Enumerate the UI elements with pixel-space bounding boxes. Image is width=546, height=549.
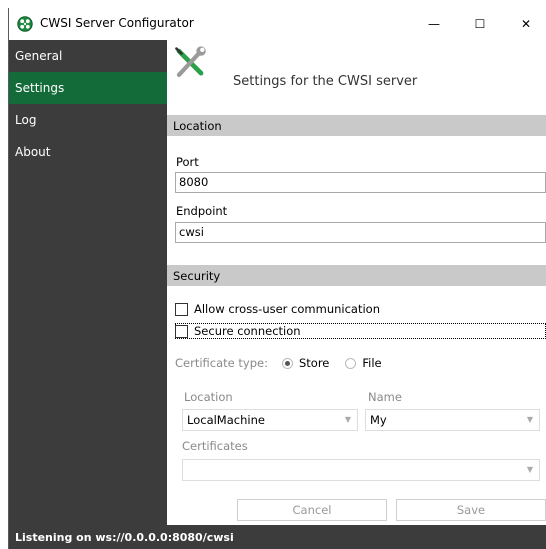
- app-window: CWSI Server Configurator — ☐ ✕ General S…: [8, 8, 546, 549]
- cross-user-label: Allow cross-user communication: [194, 302, 380, 316]
- endpoint-input[interactable]: cwsi: [175, 222, 546, 243]
- cross-user-checkbox-row[interactable]: Allow cross-user communication: [175, 302, 380, 316]
- section-title: Security: [173, 268, 221, 283]
- store-radio-label[interactable]: Store: [299, 356, 329, 370]
- sidebar-item-label: About: [15, 145, 51, 159]
- sidebar-item-label: Settings: [15, 81, 65, 95]
- cert-location-label: Location: [184, 390, 233, 404]
- sidebar-item-label: Log: [15, 113, 37, 127]
- cert-name-value: My: [370, 413, 387, 427]
- chevron-down-icon: ▼: [344, 415, 351, 424]
- cross-user-checkbox[interactable]: [175, 302, 188, 316]
- radio-selected-dot: [284, 360, 290, 366]
- cert-name-dropdown[interactable]: My ▼: [365, 409, 540, 431]
- port-input[interactable]: 8080: [175, 172, 546, 193]
- save-button-label: Save: [456, 503, 486, 517]
- security-section-header: Security: [167, 265, 546, 286]
- certificates-label: Certificates: [182, 439, 248, 453]
- cwsi-app-icon: [17, 16, 33, 32]
- page-title: Settings for the CWSI server: [233, 74, 418, 89]
- save-button[interactable]: Save: [396, 499, 546, 521]
- certificates-dropdown[interactable]: ▼: [182, 459, 540, 481]
- minimize-icon: —: [428, 17, 440, 31]
- cancel-button-label: Cancel: [292, 503, 332, 517]
- section-title: Location: [173, 118, 222, 133]
- sidebar-item-about[interactable]: About: [9, 136, 167, 168]
- endpoint-label: Endpoint: [176, 204, 228, 218]
- status-bar: Listening on ws://0.0.0.0:8080/cwsi: [9, 525, 546, 549]
- wrench-screwdriver-icon: [175, 46, 206, 78]
- secure-connection-checkbox[interactable]: [175, 324, 188, 338]
- close-icon: ✕: [520, 17, 532, 31]
- certificate-type-label: Certificate type:: [175, 356, 268, 370]
- cert-name-label: Name: [368, 390, 402, 404]
- sidebar-item-settings[interactable]: Settings: [9, 72, 167, 104]
- sidebar-nav: General Settings Log About: [9, 40, 167, 525]
- maximize-icon: ☐: [474, 17, 486, 31]
- file-radio-label[interactable]: File: [362, 356, 381, 370]
- secure-connection-checkbox-row[interactable]: Secure connection: [175, 324, 301, 338]
- location-section-header: Location: [167, 115, 546, 136]
- window-title: CWSI Server Configurator: [40, 16, 194, 30]
- title-bar[interactable]: CWSI Server Configurator — ☐ ✕: [9, 8, 546, 40]
- cert-location-dropdown[interactable]: LocalMachine ▼: [182, 409, 358, 431]
- close-button[interactable]: ✕: [503, 8, 546, 40]
- sidebar-item-log[interactable]: Log: [9, 104, 167, 136]
- cancel-button[interactable]: Cancel: [237, 499, 387, 521]
- secure-connection-label: Secure connection: [194, 324, 301, 338]
- status-text: Listening on ws://0.0.0.0:8080/cwsi: [15, 530, 234, 544]
- sidebar-item-label: General: [15, 49, 63, 63]
- certificate-type-row: Certificate type: Store File: [175, 356, 382, 370]
- file-radio[interactable]: [345, 357, 357, 369]
- chevron-down-icon: ▼: [526, 465, 533, 474]
- sidebar-item-general[interactable]: General: [9, 40, 167, 72]
- settings-panel: Settings for the CWSI server Location Po…: [167, 40, 546, 525]
- chevron-down-icon: ▼: [526, 415, 533, 424]
- cert-location-value: LocalMachine: [187, 413, 265, 427]
- maximize-button[interactable]: ☐: [457, 8, 503, 40]
- minimize-button[interactable]: —: [411, 8, 457, 40]
- port-label: Port: [176, 155, 199, 169]
- store-radio[interactable]: [281, 357, 293, 369]
